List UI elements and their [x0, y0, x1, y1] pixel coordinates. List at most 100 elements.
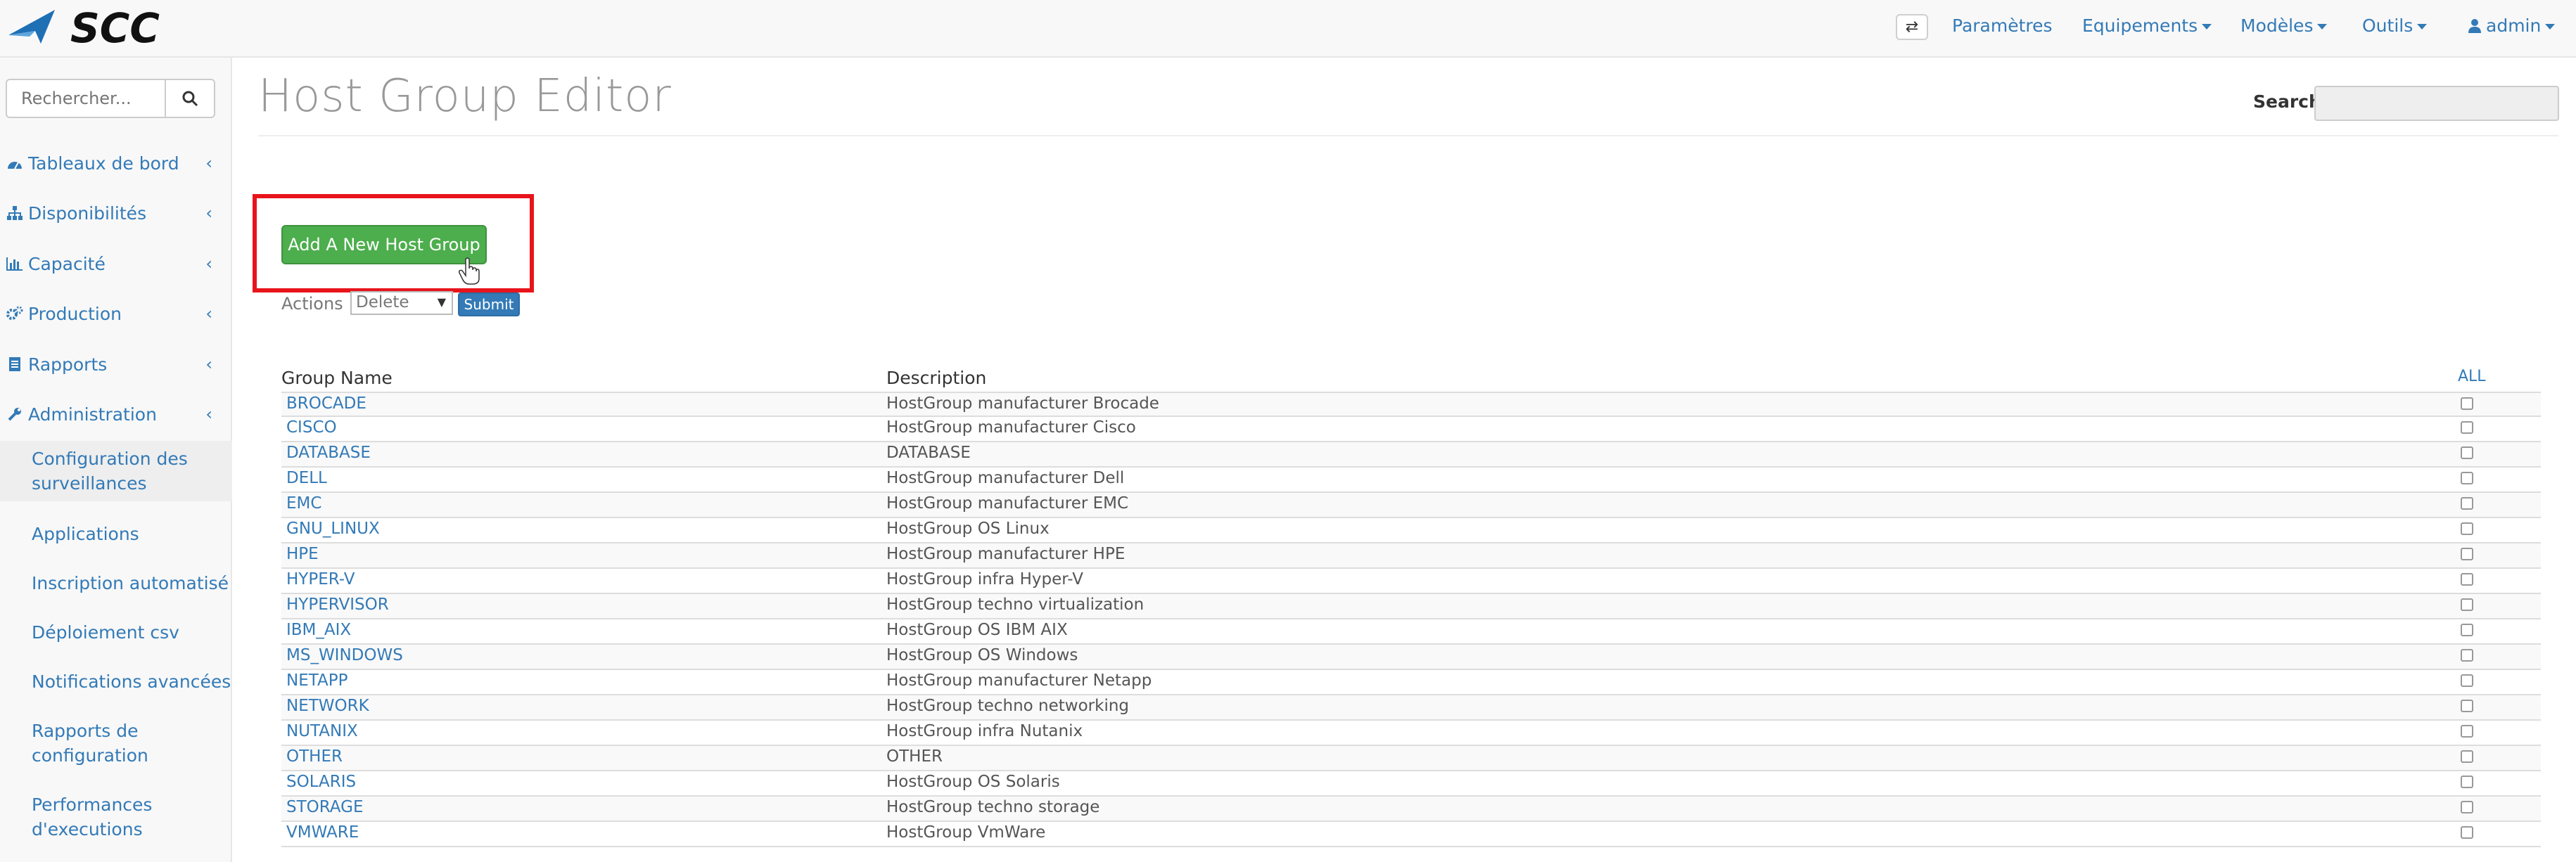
user-icon: [2468, 19, 2481, 33]
submenu-configuration-des-surveillances[interactable]: Configuration des surveillances: [0, 441, 232, 501]
row-checkbox[interactable]: [2461, 624, 2473, 636]
wrench-icon: [8, 408, 21, 421]
nav-equipements[interactable]: Equipements: [2082, 15, 2212, 36]
dashboard-icon: [8, 162, 22, 169]
row-checkbox[interactable]: [2461, 421, 2473, 434]
group-name-link[interactable]: HYPERVISOR: [286, 596, 389, 614]
add-host-group-button[interactable]: Add A New Host Group: [281, 225, 487, 264]
row-checkbox[interactable]: [2461, 674, 2473, 687]
header-select-all[interactable]: ALL: [2458, 368, 2486, 385]
row-checkbox[interactable]: [2461, 776, 2473, 788]
sidebar-item-label: Rapports: [28, 354, 108, 375]
group-name-link[interactable]: HPE: [286, 545, 319, 563]
group-name-link[interactable]: GNU_LINUX: [286, 520, 380, 538]
table-row: MS_WINDOWS HostGroup OS Windows: [281, 645, 2541, 670]
title-divider: [258, 135, 2558, 136]
row-checkbox[interactable]: [2461, 548, 2473, 560]
group-name-link[interactable]: NETAPP: [286, 671, 347, 690]
row-checkbox[interactable]: [2461, 598, 2473, 611]
row-checkbox[interactable]: [2461, 700, 2473, 712]
row-checkbox[interactable]: [2461, 522, 2473, 535]
group-name-link[interactable]: OTHER: [286, 747, 343, 766]
gears-icon: [6, 306, 23, 320]
group-description: HostGroup manufacturer Netapp: [886, 671, 1152, 690]
sidebar-item-disponibilites[interactable]: Disponibilités ‹: [0, 192, 232, 234]
nav-outils[interactable]: Outils: [2362, 15, 2428, 36]
nav-parametres-label: Paramètres: [1952, 15, 2053, 36]
table-search-input[interactable]: [2314, 86, 2559, 121]
nav-admin[interactable]: admin: [2468, 15, 2556, 36]
group-description: HostGroup manufacturer EMC: [886, 494, 1129, 513]
table-row: NETWORK HostGroup techno networking: [281, 695, 2541, 721]
group-name-link[interactable]: NUTANIX: [286, 722, 358, 740]
nav-modeles[interactable]: Modèles: [2240, 15, 2328, 36]
group-name-link[interactable]: NETWORK: [286, 697, 369, 715]
sidebar-search-button[interactable]: [166, 79, 215, 118]
submenu-notifications-avancees[interactable]: Notifications avancées: [0, 669, 232, 694]
nav-outils-label: Outils: [2362, 15, 2414, 36]
bar-chart-icon: [6, 257, 23, 271]
row-checkbox[interactable]: [2461, 497, 2473, 510]
submenu-rapports-de-configuration[interactable]: Rapports de configuration: [0, 719, 232, 768]
group-name-link[interactable]: SOLARIS: [286, 773, 356, 791]
group-description: HostGroup manufacturer Brocade: [886, 394, 1159, 413]
header-group-name: Group Name: [281, 368, 393, 388]
group-description: HostGroup techno networking: [886, 697, 1130, 715]
scc-logo[interactable]: SCC: [6, 4, 196, 51]
group-name-link[interactable]: BROCADE: [286, 394, 366, 413]
chevron-left-icon: ‹: [205, 304, 212, 323]
group-description: HostGroup infra Hyper-V: [886, 570, 1083, 588]
submenu-label: Configuration des surveillances: [32, 449, 188, 494]
group-description: DATABASE: [886, 444, 971, 462]
sitemap-icon: [7, 206, 23, 220]
group-description: HostGroup OS Linux: [886, 520, 1050, 538]
sidebar-item-label: Capacité: [28, 253, 106, 274]
sidebar-search-input[interactable]: [6, 79, 166, 118]
swap-toggle-button[interactable]: ⇄: [1896, 14, 1928, 40]
group-name-link[interactable]: IBM_AIX: [286, 621, 351, 639]
group-description: HostGroup infra Nutanix: [886, 722, 1083, 740]
group-name-link[interactable]: STORAGE: [286, 798, 364, 816]
row-checkbox[interactable]: [2461, 397, 2473, 410]
group-name-link[interactable]: VMWARE: [286, 823, 359, 842]
table-row: IBM_AIX HostGroup OS IBM AIX: [281, 619, 2541, 645]
row-checkbox[interactable]: [2461, 649, 2473, 662]
actions-label: Actions :: [281, 294, 355, 314]
sidebar: Tableaux de bord ‹ Disponibilités ‹ Capa…: [0, 58, 232, 862]
row-checkbox[interactable]: [2461, 725, 2473, 738]
group-description: HostGroup manufacturer HPE: [886, 545, 1126, 563]
table-row: HPE HostGroup manufacturer HPE: [281, 543, 2541, 569]
row-checkbox[interactable]: [2461, 826, 2473, 839]
group-description: HostGroup manufacturer Cisco: [886, 418, 1136, 437]
submenu-applications[interactable]: Applications: [0, 522, 232, 546]
row-checkbox[interactable]: [2461, 573, 2473, 586]
header-description: Description: [886, 368, 987, 388]
group-name-link[interactable]: HYPER-V: [286, 570, 355, 588]
submenu-deploiement-csv[interactable]: Déploiement csv: [0, 620, 232, 645]
sidebar-item-label: Tableaux de bord: [28, 153, 179, 174]
row-checkbox[interactable]: [2461, 446, 2473, 459]
sidebar-item-capacite[interactable]: Capacité ‹: [0, 243, 232, 285]
row-checkbox[interactable]: [2461, 472, 2473, 484]
row-checkbox[interactable]: [2461, 801, 2473, 813]
nav-parametres[interactable]: Paramètres: [1952, 15, 2053, 36]
submenu-performances-dexecutions[interactable]: Performances d'executions: [0, 792, 232, 842]
sidebar-item-rapports[interactable]: Rapports ‹: [0, 343, 232, 385]
add-host-group-label: Add A New Host Group: [288, 235, 480, 255]
group-name-link[interactable]: EMC: [286, 494, 321, 513]
group-name-link[interactable]: DELL: [286, 469, 327, 487]
row-checkbox[interactable]: [2461, 750, 2473, 763]
group-description: HostGroup OS Solaris: [886, 773, 1060, 791]
sidebar-item-tableaux-de-bord[interactable]: Tableaux de bord ‹: [0, 142, 232, 184]
submit-label: Submit: [464, 296, 514, 313]
sidebar-item-administration[interactable]: Administration ‹: [0, 393, 232, 435]
group-name-link[interactable]: MS_WINDOWS: [286, 646, 403, 664]
group-description: HostGroup OS Windows: [886, 646, 1078, 664]
submit-button[interactable]: Submit: [458, 292, 520, 316]
sidebar-item-production[interactable]: Production ‹: [0, 292, 232, 335]
table-row: STORAGE HostGroup techno storage: [281, 797, 2541, 822]
group-name-link[interactable]: CISCO: [286, 418, 337, 437]
submenu-inscription-automatise[interactable]: Inscription automatisé: [0, 571, 232, 596]
group-name-link[interactable]: DATABASE: [286, 444, 371, 462]
actions-select[interactable]: Delete ▼: [350, 291, 453, 315]
